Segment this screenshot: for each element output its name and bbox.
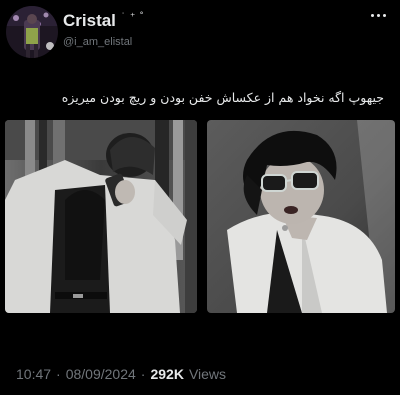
tweet-time[interactable]: 10:47 xyxy=(16,366,51,382)
name-decoration: ˙ ⁺ ˚ xyxy=(121,12,145,23)
tweet-text: جیهوپ اگه نخواد هم از عکساش خفن بودن و ر… xyxy=(61,90,384,105)
separator-dot: · xyxy=(56,366,61,382)
tweet-date[interactable]: 08/09/2024 xyxy=(66,366,136,382)
author-handle[interactable]: @i_am_elistal xyxy=(63,36,132,48)
views-count[interactable]: 292K xyxy=(150,366,183,382)
avatar-image xyxy=(6,6,58,58)
display-name[interactable]: Cristal xyxy=(63,11,116,31)
author-name-row[interactable]: Cristal ˙ ⁺ ˚ xyxy=(63,11,144,31)
tweet-meta: 10:47 · 08/09/2024 · 292K Views xyxy=(16,366,226,382)
views-label: Views xyxy=(188,366,227,382)
more-horizontal-icon[interactable] xyxy=(371,14,386,17)
separator-dot: · xyxy=(140,366,146,382)
tweet-photo-2[interactable] xyxy=(207,120,395,313)
photo-mirror-selfie xyxy=(5,120,197,313)
avatar[interactable] xyxy=(6,6,58,58)
tweet-photo-1[interactable] xyxy=(5,120,197,313)
photo-sunglasses-portrait xyxy=(207,120,395,313)
